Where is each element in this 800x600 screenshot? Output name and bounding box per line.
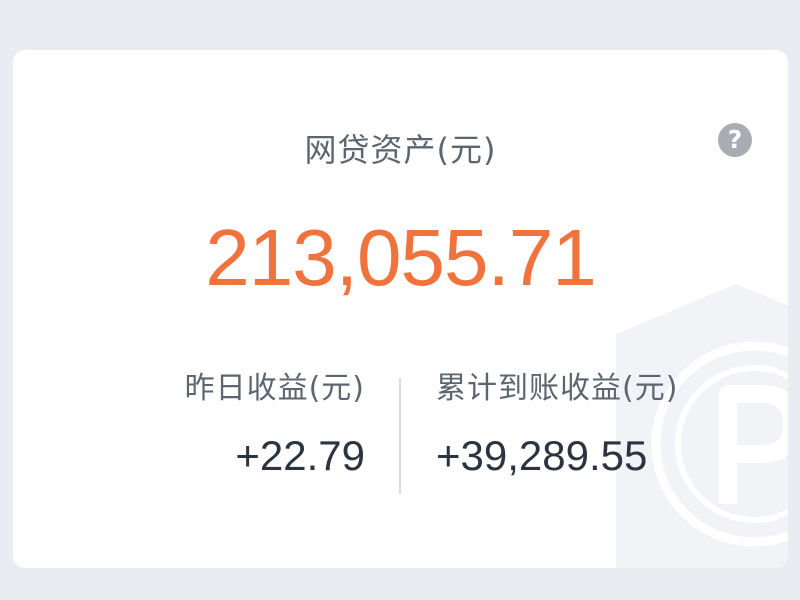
cumulative-earnings: 累计到账收益(元) +39,289.55 [436,368,766,480]
cumulative-earnings-value: +39,289.55 [436,432,648,479]
yesterday-earnings-label: 昨日收益(元) [184,371,365,406]
stat-divider [399,378,401,494]
asset-label: 网贷资产(元) [304,131,497,169]
asset-value: 213,055.71 [205,213,596,302]
cumulative-earnings-label: 累计到账收益(元) [436,371,679,406]
yesterday-earnings-value: +22.79 [235,432,365,479]
asset-card: ? 网贷资产(元) 213,055.71 昨日收益(元) +22.79 累计到账… [13,50,788,568]
yesterday-earnings: 昨日收益(元) +22.79 [35,368,365,480]
